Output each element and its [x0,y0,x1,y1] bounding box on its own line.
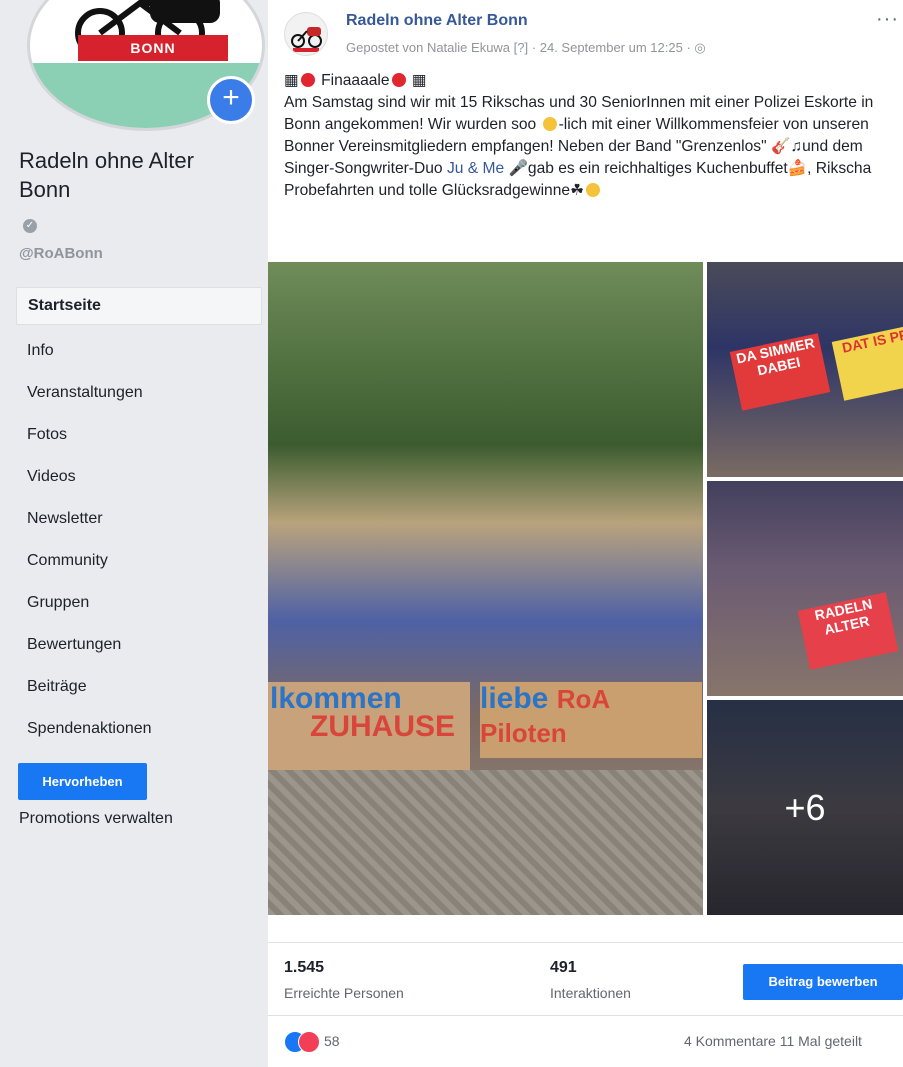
nav-item-info[interactable]: Info [16,331,262,373]
balloon-icon [300,73,315,87]
guitar-icon: 🎸 [770,138,791,155]
public-globe-icon: ◎ [694,40,706,55]
photo-thumb-1[interactable]: DA SIMMER DABEI DAT IS PRI [707,262,903,477]
reach-label: Erreichte Personen [284,985,404,1001]
pavement [268,770,703,915]
interactions-label: Interaktionen [550,985,631,1001]
love-reaction-icon [298,1031,320,1053]
nav-item-fotos[interactable]: Fotos [16,415,262,457]
post-text: ▦ Finaaaale ▦ Am Samstag sind wir mit 15… [284,70,896,202]
page-title: Radeln ohne Alter Bonn [19,148,194,202]
page-handle[interactable]: @RoABonn [19,245,103,262]
photo-thumb-3[interactable]: +6 [707,700,903,915]
sidebar-inner: BONN + Radeln ohne Alter Bonn ✓ @RoABonn… [9,0,265,1067]
photo-thumb-2[interactable]: RADELN ALTER [707,481,903,696]
yellow-heart-icon [586,183,601,197]
sign-text: liebe [480,682,549,715]
checkered-flag-icon: ▦ [284,72,299,89]
sign-liebe-piloten: liebe RoA Piloten [480,682,702,758]
shares-link[interactable]: 11 Mal geteilt [780,1033,862,1049]
music-notes-icon: ♫ [790,138,803,155]
nav-item-bewertungen[interactable]: Bewertungen [16,625,262,667]
posted-by[interactable]: Gepostet von Natalie Ekuwa [346,40,510,55]
clover-icon: ☘ [570,182,585,199]
post-body: Am Samstag sind wir mit 15 Rikschas und … [284,92,896,202]
more-photos-count[interactable]: +6 [707,700,903,915]
boost-post-button[interactable]: Beitrag bewerben [743,964,903,1000]
photo-main[interactable]: lkommen ZUHAUSE liebe RoA Piloten [268,262,703,915]
interactions-value: 491 [550,959,577,976]
sign-text: DAT IS PRI [831,323,903,401]
reach-value: 1.545 [284,959,325,976]
comments-link[interactable]: 4 Kommentare [684,1033,776,1049]
nav-item-spendenaktionen[interactable]: Spendenaktionen [16,709,262,751]
sign-text: DA SIMMER DABEI [729,333,831,411]
page-nav: Startseite Info Veranstaltungen Fotos Vi… [16,287,262,751]
sign-text: RADELN ALTER [797,592,899,670]
page-sidebar: BONN + Radeln ohne Alter Bonn ✓ @RoABonn… [0,0,268,1067]
sign-text: ZUHAUSE [310,710,456,743]
meta-separator: · [686,40,691,55]
post-headline: ▦ Finaaaale ▦ [284,70,896,92]
balloon-icon [391,73,406,87]
photo-grid: lkommen ZUHAUSE liebe RoA Piloten DA SIM… [268,262,903,917]
engagement-links: 4 Kommentare 11 Mal geteilt [684,1033,862,1049]
checkered-flag-icon: ▦ [411,72,427,89]
rickshaw-avatar-icon [291,27,322,52]
post-author[interactable]: Radeln ohne Alter Bonn [346,12,528,30]
post-insights: 1.545 Erreichte Personen 491 Interaktion… [268,942,903,1016]
nav-item-beitraege[interactable]: Beiträge [16,667,262,709]
nav-item-startseite[interactable]: Startseite [16,287,262,325]
logo-label: BONN [78,35,228,61]
sign-willkommen: lkommen ZUHAUSE [268,682,470,770]
post-timestamp[interactable]: 24. September um 12:25 [540,40,683,55]
tagged-page-link[interactable]: Ju & Me [447,160,504,177]
nav-item-community[interactable]: Community [16,541,262,583]
microphone-icon: 🎤 [508,160,528,177]
cake-icon: 🍰 [787,160,808,177]
post-meta: Gepostet von Natalie Ekuwa [?] · 24. Sep… [346,40,706,56]
meta-separator: · [531,40,537,55]
posted-by-marker[interactable]: [?] [514,40,528,55]
reaction-count: 58 [324,1033,340,1049]
nav-item-veranstaltungen[interactable]: Veranstaltungen [16,373,262,415]
nav-item-videos[interactable]: Videos [16,457,262,499]
promotions-link[interactable]: Promotions verwalten [19,810,173,828]
author-avatar[interactable] [284,12,328,56]
nav-item-gruppen[interactable]: Gruppen [16,583,262,625]
verified-icon: ✓ [23,219,37,233]
highlight-button[interactable]: Hervorheben [18,763,147,800]
nav-item-newsletter[interactable]: Newsletter [16,499,262,541]
more-options-icon[interactable]: ··· [876,8,899,31]
body-part-d: gab es ein reichhaltiges Kuchenbuffet [527,160,788,177]
yellow-heart-icon [542,117,557,131]
headline-text: Finaaaale [321,72,390,89]
post-card: Radeln ohne Alter Bonn Gepostet von Nata… [268,0,903,1067]
add-photo-button[interactable]: + [207,76,255,124]
